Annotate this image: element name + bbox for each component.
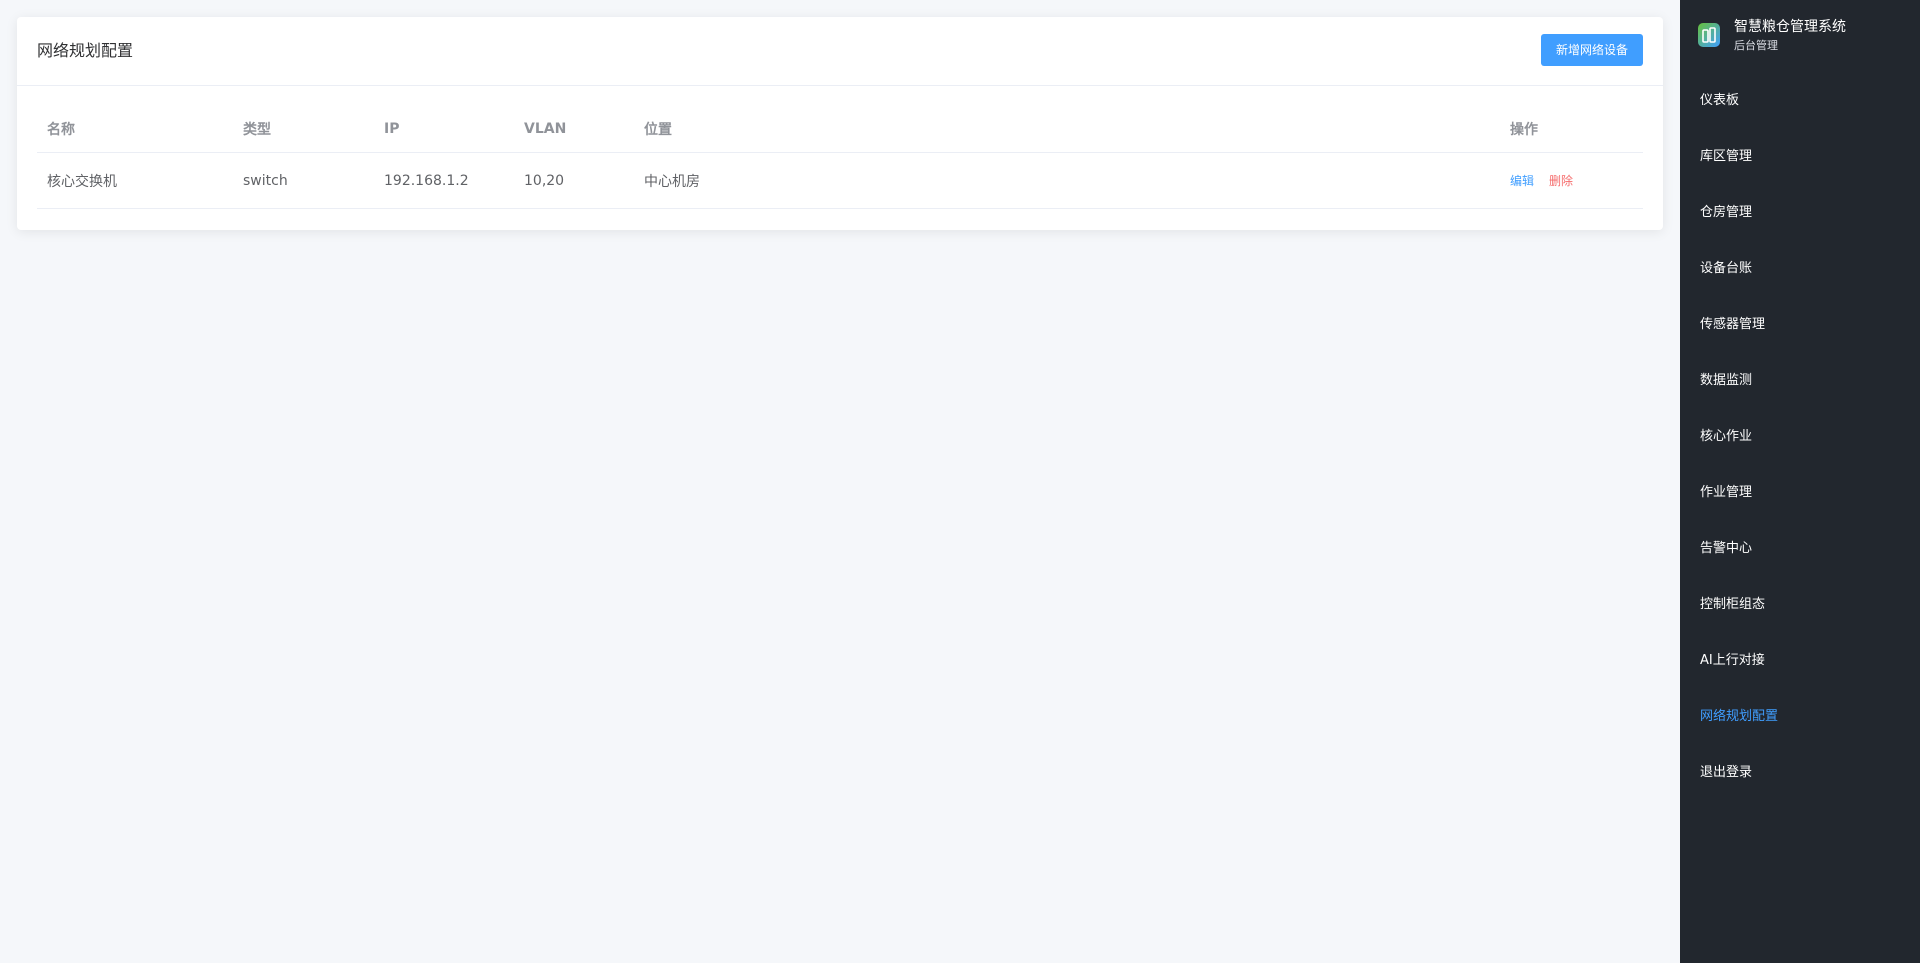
sidebar: 智慧粮仓管理系统 后台管理 仪表板 库区管理 仓房管理 设备台账 传感器管理 数… xyxy=(1680,0,1920,963)
sidebar-item-alarm-center[interactable]: 告警中心 xyxy=(1680,521,1920,577)
sidebar-item-warehouse[interactable]: 仓房管理 xyxy=(1680,185,1920,241)
sidebar-item-sensors[interactable]: 传感器管理 xyxy=(1680,297,1920,353)
edit-link[interactable]: 编辑 xyxy=(1510,172,1534,189)
cell-actions: 编辑 删除 xyxy=(1510,153,1588,208)
column-header-name: 名称 xyxy=(47,121,75,138)
network-device-table: 名称 类型 IP VLAN 位置 操作 核心交换机 switch 192.168… xyxy=(37,105,1643,209)
sidebar-item-core-operations[interactable]: 核心作业 xyxy=(1680,409,1920,465)
sidebar-item-control-cabinet[interactable]: 控制柜组态 xyxy=(1680,577,1920,633)
brand-subtitle: 后台管理 xyxy=(1734,39,1778,52)
cell-ip: 192.168.1.2 xyxy=(384,172,469,189)
add-network-device-button[interactable]: 新增网络设备 xyxy=(1540,34,1643,66)
column-header-vlan: VLAN xyxy=(524,120,567,137)
sidebar-item-ai-uplink[interactable]: AI上行对接 xyxy=(1680,633,1920,689)
cell-type: switch xyxy=(243,172,288,189)
sidebar-item-dashboard[interactable]: 仪表板 xyxy=(1680,73,1920,129)
sidebar-item-equipment-ledger[interactable]: 设备台账 xyxy=(1680,241,1920,297)
sidebar-menu: 仪表板 库区管理 仓房管理 设备台账 传感器管理 数据监测 核心作业 作业管理 … xyxy=(1680,73,1920,801)
column-header-location: 位置 xyxy=(644,121,672,138)
cell-name: 核心交换机 xyxy=(47,173,117,190)
delete-link[interactable]: 删除 xyxy=(1549,172,1573,189)
main-content: 网络规划配置 新增网络设备 名称 类型 IP VLAN 位置 操作 核心交换机 … xyxy=(0,0,1680,963)
sidebar-item-logout[interactable]: 退出登录 xyxy=(1680,745,1920,801)
app-layout: 网络规划配置 新增网络设备 名称 类型 IP VLAN 位置 操作 核心交换机 … xyxy=(0,0,1920,963)
brand-name: 智慧粮仓管理系统 xyxy=(1734,19,1846,35)
granary-logo-glyph xyxy=(1702,27,1716,43)
card-header: 网络规划配置 新增网络设备 xyxy=(17,17,1663,86)
cell-location: 中心机房 xyxy=(644,173,700,190)
column-header-ip: IP xyxy=(384,120,400,137)
network-config-card: 网络规划配置 新增网络设备 名称 类型 IP VLAN 位置 操作 核心交换机 … xyxy=(17,17,1663,230)
granary-logo-icon xyxy=(1698,23,1720,47)
cell-vlan: 10,20 xyxy=(524,172,565,189)
column-header-actions: 操作 xyxy=(1510,121,1538,138)
column-header-type: 类型 xyxy=(243,121,271,138)
sidebar-item-operation-management[interactable]: 作业管理 xyxy=(1680,465,1920,521)
sidebar-item-network-config[interactable]: 网络规划配置 xyxy=(1680,689,1920,745)
table-row: 核心交换机 switch 192.168.1.2 10,20 中心机房 编辑 删… xyxy=(37,153,1643,209)
sidebar-item-reserve-area[interactable]: 库区管理 xyxy=(1680,129,1920,185)
brand: 智慧粮仓管理系统 后台管理 xyxy=(1698,18,1908,58)
table-header-row: 名称 类型 IP VLAN 位置 操作 xyxy=(37,105,1643,153)
page-title: 网络规划配置 xyxy=(37,41,134,60)
sidebar-item-data-monitoring[interactable]: 数据监测 xyxy=(1680,353,1920,409)
